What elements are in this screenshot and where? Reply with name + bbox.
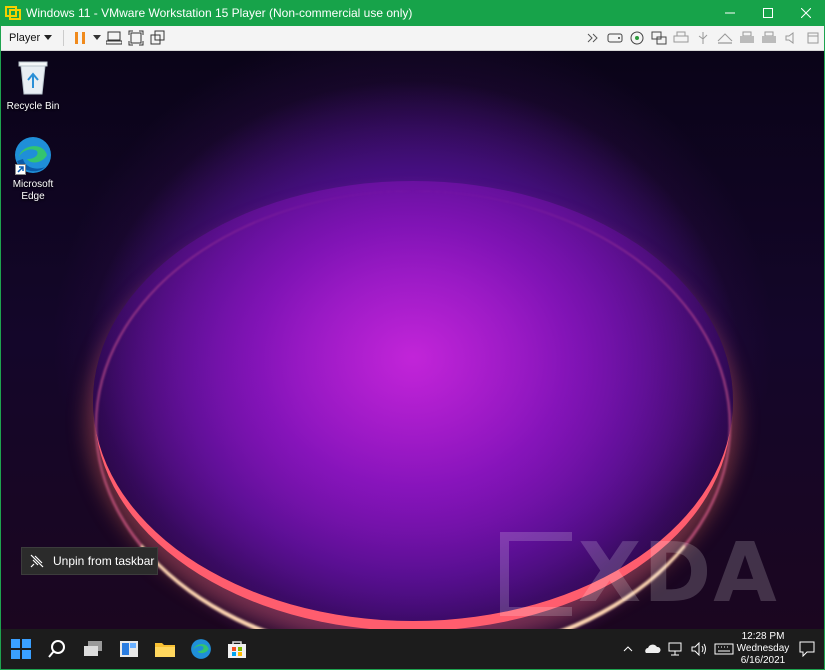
notifications-button[interactable] xyxy=(790,629,824,669)
taskbar: 12:28 PM Wednesday 6/16/2021 xyxy=(1,629,824,669)
message-log-icon[interactable] xyxy=(802,27,824,49)
xda-watermark-overlay: XDA xyxy=(500,526,779,621)
chevron-down-icon xyxy=(44,35,53,40)
camera-icon[interactable] xyxy=(714,27,736,49)
unity-mode-icon[interactable] xyxy=(147,27,169,49)
network-adapter-icon[interactable] xyxy=(648,27,670,49)
onedrive-icon[interactable] xyxy=(640,629,664,669)
send-ctrl-alt-del-icon[interactable] xyxy=(103,27,125,49)
windows-logo-icon xyxy=(11,639,31,659)
sound-card-icon[interactable] xyxy=(780,27,802,49)
widgets-button[interactable] xyxy=(111,629,147,669)
window-titlebar: Windows 11 - VMware Workstation 15 Playe… xyxy=(0,0,825,26)
pause-icon[interactable] xyxy=(69,27,91,49)
printer-3-icon[interactable] xyxy=(758,27,780,49)
xda-watermark-text: XDA xyxy=(578,526,779,621)
edge-taskbar-icon xyxy=(191,639,211,659)
minimize-button[interactable] xyxy=(711,0,749,26)
edge-label-line2: Edge xyxy=(21,191,45,202)
file-explorer-icon xyxy=(155,643,175,657)
xda-logo-bracket xyxy=(500,531,572,616)
chevron-up-icon xyxy=(623,646,633,652)
edge-label-line1: Microsoft xyxy=(12,179,54,190)
player-menu-label: Player xyxy=(9,32,41,44)
devices-expand-icon[interactable] xyxy=(582,27,604,49)
task-view-icon xyxy=(84,641,102,656)
show-hidden-icons-button[interactable] xyxy=(616,629,640,669)
start-button[interactable] xyxy=(3,629,39,669)
clock-time: 12:28 PM xyxy=(741,631,785,642)
taskbar-clock[interactable]: 12:28 PM Wednesday 6/16/2021 xyxy=(736,631,790,667)
toolbar-divider xyxy=(63,30,65,46)
notification-icon xyxy=(799,641,815,657)
keyboard-icon[interactable] xyxy=(712,629,736,669)
network-icon[interactable] xyxy=(664,629,688,669)
close-button[interactable] xyxy=(787,0,825,26)
clock-day: Wednesday xyxy=(736,643,790,654)
task-view-button[interactable] xyxy=(75,629,111,669)
recycle-bin-icon xyxy=(13,57,53,97)
player-toolbar: Player xyxy=(1,26,824,51)
widgets-icon xyxy=(120,641,138,657)
edge-taskbar-button[interactable] xyxy=(183,629,219,669)
shortcut-arrow-icon xyxy=(15,164,26,175)
window-title: Windows 11 - VMware Workstation 15 Playe… xyxy=(26,6,413,20)
desktop-icon-microsoft-edge[interactable]: Microsoft Edge xyxy=(1,135,65,203)
file-explorer-button[interactable] xyxy=(147,629,183,669)
cd-dvd-icon[interactable] xyxy=(626,27,648,49)
unpin-icon xyxy=(30,554,44,568)
player-menu-button[interactable]: Player xyxy=(1,26,58,50)
search-icon xyxy=(48,640,65,658)
store-button[interactable] xyxy=(219,629,255,669)
printer-icon[interactable] xyxy=(670,27,692,49)
clock-date: 6/16/2021 xyxy=(740,655,786,666)
maximize-button[interactable] xyxy=(749,0,787,26)
printer-2-icon[interactable] xyxy=(736,27,758,49)
hard-disk-icon[interactable] xyxy=(604,27,626,49)
search-button[interactable] xyxy=(39,629,75,669)
power-options-chevron-icon[interactable] xyxy=(91,27,103,49)
recycle-bin-label: Recycle Bin xyxy=(6,101,60,112)
desktop-icon-recycle-bin[interactable]: Recycle Bin xyxy=(1,57,65,113)
microsoft-edge-icon xyxy=(13,135,53,175)
vmware-app-icon[interactable] xyxy=(0,0,26,26)
unpin-tooltip[interactable]: Unpin from taskbar xyxy=(21,547,158,575)
volume-icon[interactable] xyxy=(688,629,712,669)
usb-device-icon[interactable] xyxy=(692,27,714,49)
fit-guest-icon[interactable] xyxy=(125,27,147,49)
tooltip-text: Unpin from taskbar xyxy=(53,554,155,568)
store-icon xyxy=(228,641,246,658)
